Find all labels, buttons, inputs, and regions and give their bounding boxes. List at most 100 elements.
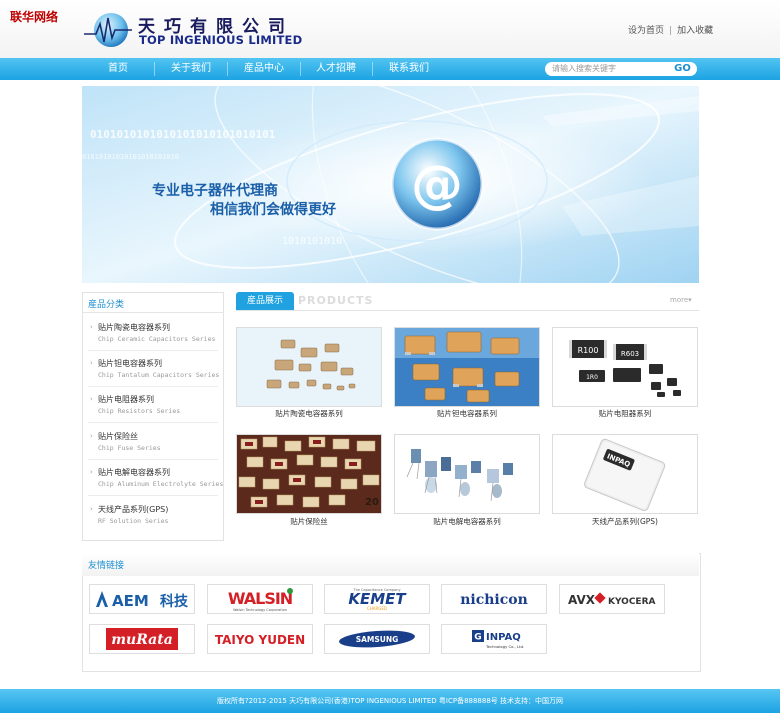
product-card-antenna[interactable]: INPAQ	[552, 434, 698, 514]
brand-link-nichicon[interactable]: nichicon	[441, 584, 547, 614]
brand-link-murata[interactable]: muRata	[89, 624, 195, 654]
nichicon-logo: nichicon	[460, 592, 528, 608]
products-tab[interactable]: 産品展示	[236, 292, 294, 310]
kyocera-wordmark: KYOCERA	[608, 597, 656, 607]
walsin-wordmark: WALSIN	[228, 589, 292, 608]
walsin-subtitle: Walsin Technology Corporation	[233, 608, 287, 612]
nav-item-products[interactable]: 産品中心	[228, 58, 300, 80]
banner-at-symbol: @	[411, 155, 463, 215]
banner-binary-top: 0101010101010101010101010101	[90, 128, 276, 141]
murata-logo: muRata	[106, 628, 178, 650]
product-card-electrolytic[interactable]	[394, 434, 540, 514]
brand-link-taiyo-yuden[interactable]: TAIYO YUDEN	[207, 624, 313, 654]
avx-kyocera-logo: AVX KYOCERA	[568, 592, 656, 607]
category-divider	[88, 495, 218, 496]
nichicon-wordmark: nichicon	[460, 592, 528, 608]
tantalum-capacitor-image	[395, 328, 539, 406]
kemet-subtitle: CHARGED	[367, 606, 387, 611]
product-card-resistors[interactable]: R100 R603 1R0	[552, 327, 698, 407]
add-favorite-link[interactable]: 加入收藏	[677, 26, 713, 36]
category-item-ceramic-en: Chip Ceramic Capacitors Series	[98, 335, 216, 343]
product-card-fuse[interactable]: 20	[236, 434, 382, 514]
inpaq-logo: G INPAQ Technology Co., Ltd.	[472, 630, 524, 649]
samsung-wordmark: SAMSUNG	[356, 635, 399, 644]
banner-binary-small: 1010101010	[282, 236, 342, 247]
resistor-marking-r100: R100	[578, 346, 599, 355]
watermark-text: 联华网络	[10, 10, 59, 24]
category-item-resistors[interactable]: 贴片电阻器系列	[98, 394, 154, 405]
chevron-right-icon: ›	[90, 323, 93, 331]
chevron-right-icon: ›	[90, 359, 93, 367]
banner-headline-2: 相信我们会做得更好	[210, 202, 336, 218]
murata-wordmark: muRata	[111, 632, 173, 648]
top-links: 设为首页 | 加入收藏	[628, 23, 713, 36]
chevron-right-icon: ›	[90, 468, 93, 476]
category-divider	[88, 386, 218, 387]
product-caption-resistors[interactable]: 贴片电阻器系列	[552, 408, 698, 419]
category-item-antenna[interactable]: 天线产品系列(GPS)	[98, 504, 168, 515]
products-divider	[236, 310, 699, 311]
ceramic-capacitor-image	[237, 328, 381, 406]
brand-link-walsin[interactable]: WALSIN Walsin Technology Corporation	[207, 584, 313, 614]
products-tab-en: PRODUCTS	[298, 294, 374, 307]
aem-logo: AEM 科技	[96, 591, 189, 610]
inpaq-subtitle: Technology Co., Ltd.	[485, 644, 524, 649]
category-item-resistors-en: Chip Resistors Series	[98, 407, 181, 415]
sidebar-title-divider	[82, 312, 224, 313]
taiyo-yuden-logo: TAIYO YUDEN	[215, 633, 305, 647]
nav-item-jobs[interactable]: 人才招聘	[300, 58, 372, 80]
resistor-marking-r603: R603	[621, 350, 639, 358]
product-caption-tantalum[interactable]: 贴片钽电容器系列	[394, 408, 540, 419]
search-input[interactable]: 请输入搜索关键字	[545, 62, 674, 76]
brand-link-kemet[interactable]: The Capacitance Company KEMET CHARGED	[324, 584, 430, 614]
friend-links-title: 友情链接	[88, 561, 125, 571]
category-item-antenna-en: RF Solution Series	[98, 517, 169, 525]
category-divider	[88, 459, 218, 460]
kemet-logo: The Capacitance Company KEMET CHARGED	[348, 588, 407, 611]
category-item-electrolytic[interactable]: 贴片电解电容器系列	[98, 467, 170, 478]
nav-item-contact[interactable]: 联系我们	[373, 58, 445, 80]
product-card-tantalum[interactable]	[394, 327, 540, 407]
category-item-fuse-en: Chip Fuse Series	[98, 444, 161, 452]
category-item-tantalum-en: Chip Tantalum Capacitors Series	[98, 371, 220, 379]
electrolytic-capacitor-image	[395, 435, 539, 513]
brand-link-samsung[interactable]: SAMSUNG	[324, 624, 430, 654]
company-logo[interactable]	[82, 10, 136, 50]
nav-item-about[interactable]: 关于我们	[155, 58, 227, 80]
fuse-image: 20	[237, 435, 381, 513]
samsung-logo: SAMSUNG	[339, 630, 415, 648]
fuse-marking: 20	[365, 497, 379, 508]
more-link[interactable]: more▾	[670, 296, 692, 304]
brand-link-inpaq[interactable]: G INPAQ Technology Co., Ltd.	[441, 624, 547, 654]
category-item-ceramic[interactable]: 贴片陶瓷电容器系列	[98, 322, 170, 333]
product-caption-electrolytic[interactable]: 贴片电解电容器系列	[394, 516, 540, 527]
aem-suffix: 科技	[160, 593, 189, 610]
chevron-right-icon: ›	[90, 505, 93, 513]
chevron-right-icon: ›	[90, 432, 93, 440]
friend-links-header	[82, 553, 699, 576]
set-homepage-link[interactable]: 设为首页	[628, 26, 664, 36]
banner-binary-mid: 01010101010101010101010	[82, 153, 179, 161]
nav-item-home[interactable]: 首页	[82, 58, 154, 80]
product-card-ceramic[interactable]	[236, 327, 382, 407]
inpaq-wordmark: INPAQ	[486, 632, 521, 643]
category-item-fuse[interactable]: 贴片保险丝	[98, 431, 138, 442]
sidebar-title: 産品分类	[88, 300, 125, 310]
product-caption-antenna[interactable]: 天线产品系列(GPS)	[552, 516, 698, 527]
walsin-logo: WALSIN Walsin Technology Corporation	[228, 588, 293, 612]
product-caption-fuse[interactable]: 贴片保险丝	[236, 516, 382, 527]
avx-wordmark: AVX	[568, 593, 596, 607]
brand-link-avx-kyocera[interactable]: AVX KYOCERA	[559, 584, 665, 614]
aem-wordmark: AEM	[112, 592, 149, 610]
more-link-label: more	[670, 296, 689, 304]
svg-text:G: G	[474, 633, 481, 643]
product-caption-ceramic[interactable]: 贴片陶瓷电容器系列	[236, 408, 382, 419]
category-item-tantalum[interactable]: 贴片钽电容器系列	[98, 358, 162, 369]
category-divider	[88, 350, 218, 351]
resistor-image: R100 R603 1R0	[553, 328, 697, 406]
brand-link-aem[interactable]: AEM 科技	[89, 584, 195, 614]
brand-name-en: TOP INGENIOUS LIMITED	[139, 33, 303, 47]
search-go-button[interactable]: GO	[668, 62, 697, 76]
caret-down-icon: ▾	[688, 296, 692, 304]
top-links-separator: |	[669, 26, 673, 36]
